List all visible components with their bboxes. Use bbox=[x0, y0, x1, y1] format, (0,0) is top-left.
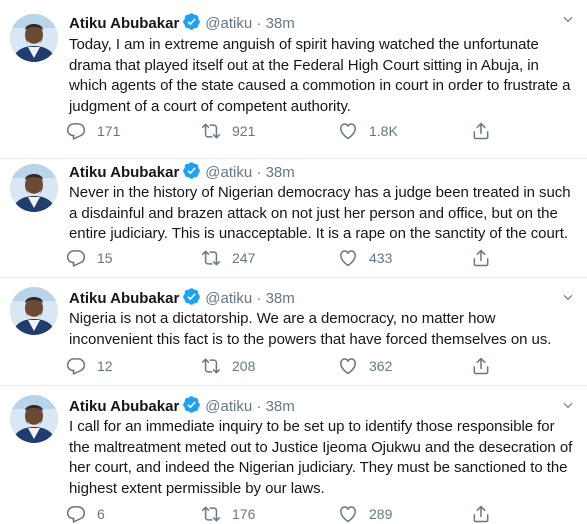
author-handle[interactable]: @atiku bbox=[205, 290, 252, 307]
tweet-text: Today, I am in extreme anguish of spirit… bbox=[69, 36, 571, 115]
like-icon bbox=[338, 504, 358, 524]
like-count: 1.8K bbox=[369, 123, 398, 139]
reply-button[interactable]: 15 bbox=[66, 248, 113, 268]
tweet[interactable]: Atiku Abubakar @atiku · 38m I call for an… bbox=[0, 386, 587, 515]
like-button[interactable]: 433 bbox=[338, 248, 392, 268]
reply-button[interactable]: 6 bbox=[66, 504, 105, 524]
retweet-button[interactable]: 176 bbox=[201, 504, 255, 524]
like-button[interactable]: 1.8K bbox=[338, 121, 398, 141]
timestamp[interactable]: 38m bbox=[266, 15, 295, 32]
like-icon bbox=[338, 121, 358, 141]
like-icon bbox=[338, 356, 358, 376]
reply-button[interactable]: 12 bbox=[66, 356, 113, 376]
separator: · bbox=[256, 398, 262, 415]
retweet-count: 208 bbox=[232, 358, 256, 374]
avatar[interactable] bbox=[10, 395, 58, 443]
retweet-button[interactable]: 921 bbox=[201, 121, 255, 141]
reply-icon bbox=[66, 248, 86, 268]
chevron-down-icon[interactable] bbox=[561, 398, 575, 417]
tweet-text: Nigeria is not a dictatorship. We are a … bbox=[69, 310, 552, 348]
share-button[interactable] bbox=[471, 504, 491, 524]
avatar[interactable] bbox=[10, 14, 58, 62]
reply-icon bbox=[66, 121, 86, 141]
reply-count: 6 bbox=[97, 506, 105, 522]
separator: · bbox=[256, 15, 262, 32]
reply-icon bbox=[66, 356, 86, 376]
separator: · bbox=[256, 290, 262, 307]
timestamp[interactable]: 38m bbox=[266, 398, 295, 415]
tweet-text: I call for an immediate inquiry to be se… bbox=[69, 418, 573, 497]
tweet[interactable]: Atiku Abubakar @atiku · 38m Today, I am i… bbox=[0, 0, 587, 158]
share-button[interactable] bbox=[471, 356, 491, 376]
tweet-actions: 15 247 433 bbox=[66, 248, 486, 268]
reply-count: 12 bbox=[97, 358, 113, 374]
retweet-button[interactable]: 208 bbox=[201, 356, 255, 376]
share-button[interactable] bbox=[471, 121, 491, 141]
tweet[interactable]: Atiku Abubakar @atiku · 38m Never in the … bbox=[0, 159, 587, 285]
retweet-count: 176 bbox=[232, 506, 256, 522]
retweet-icon bbox=[201, 356, 221, 376]
author-handle[interactable]: @atiku bbox=[205, 164, 252, 181]
like-button[interactable]: 362 bbox=[338, 356, 392, 376]
author-name[interactable]: Atiku Abubakar bbox=[69, 398, 179, 415]
reply-icon bbox=[66, 504, 86, 524]
reply-count: 15 bbox=[97, 250, 113, 266]
author-name[interactable]: Atiku Abubakar bbox=[69, 290, 179, 307]
reply-count: 171 bbox=[97, 123, 121, 139]
tweet-text: Never in the history of Nigerian democra… bbox=[69, 184, 571, 242]
retweet-icon bbox=[201, 504, 221, 524]
tweet-actions: 12 208 362 bbox=[66, 356, 486, 376]
retweet-button[interactable]: 247 bbox=[201, 248, 255, 268]
reply-button[interactable]: 171 bbox=[66, 121, 120, 141]
retweet-icon bbox=[201, 248, 221, 268]
share-icon bbox=[471, 356, 491, 376]
timestamp[interactable]: 38m bbox=[266, 164, 295, 181]
author-name[interactable]: Atiku Abubakar bbox=[69, 164, 179, 181]
retweet-count: 247 bbox=[232, 250, 256, 266]
tweet-header: Atiku Abubakar @atiku · 38m bbox=[69, 12, 295, 37]
tweet-actions: 6 176 289 bbox=[66, 504, 486, 524]
like-button[interactable]: 289 bbox=[338, 504, 392, 524]
like-count: 362 bbox=[369, 358, 393, 374]
tweet[interactable]: Atiku Abubakar @atiku · 38m Nigeria is no… bbox=[0, 278, 587, 386]
author-handle[interactable]: @atiku bbox=[205, 15, 252, 32]
separator: · bbox=[256, 164, 262, 181]
verified-badge-icon bbox=[182, 12, 201, 37]
avatar[interactable] bbox=[10, 164, 58, 212]
share-icon bbox=[471, 248, 491, 268]
tweet-actions: 171 921 1.8K bbox=[66, 121, 486, 141]
timestamp[interactable]: 38m bbox=[266, 290, 295, 307]
avatar[interactable] bbox=[10, 287, 58, 335]
like-icon bbox=[338, 248, 358, 268]
like-count: 433 bbox=[369, 250, 393, 266]
like-count: 289 bbox=[369, 506, 393, 522]
author-name[interactable]: Atiku Abubakar bbox=[69, 15, 179, 32]
share-button[interactable] bbox=[471, 248, 491, 268]
share-icon bbox=[471, 121, 491, 141]
retweet-count: 921 bbox=[232, 123, 256, 139]
share-icon bbox=[471, 504, 491, 524]
chevron-down-icon[interactable] bbox=[561, 12, 575, 31]
retweet-icon bbox=[201, 121, 221, 141]
author-handle[interactable]: @atiku bbox=[205, 398, 252, 415]
chevron-down-icon[interactable] bbox=[561, 290, 575, 309]
